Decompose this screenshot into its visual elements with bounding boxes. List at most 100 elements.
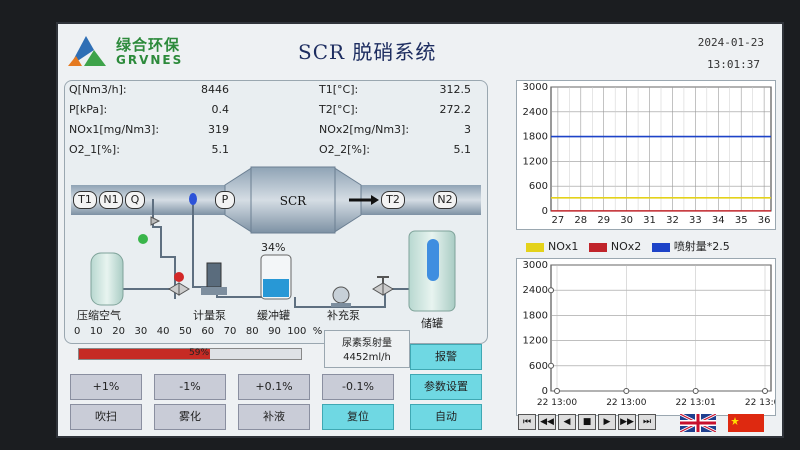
reading-label: Q[Nm3/h]:: [69, 83, 127, 96]
reading-value: 312.5: [439, 83, 472, 96]
x-tick-label: 29: [597, 215, 610, 226]
logo-mark-icon: [68, 36, 106, 66]
label-compressed-air: 压缩空气: [77, 309, 121, 322]
nav-back-button[interactable]: ◀: [558, 414, 576, 430]
nav-last-button[interactable]: ⏭: [638, 414, 656, 430]
reading-label: O2_2[%]:: [319, 143, 370, 156]
plus-01-button[interactable]: +0.1%: [238, 374, 310, 400]
y-tick-label: 2400: [523, 107, 548, 118]
page-title: SCR 脱硝系统: [298, 40, 437, 64]
atomize-button[interactable]: 雾化: [154, 404, 226, 430]
tag-t2: T2: [381, 191, 405, 209]
reading-label: NOx2[mg/Nm3]:: [319, 123, 410, 136]
refill-button[interactable]: 补液: [238, 404, 310, 430]
nav-first-button[interactable]: ⏮: [518, 414, 536, 430]
x-tick-label: 22 13:01: [676, 398, 716, 408]
legend-label: NOx2: [610, 240, 642, 253]
x-tick-label: 22 13:00: [537, 398, 578, 408]
x-tick-label: 28: [574, 215, 587, 226]
nav-stop-button[interactable]: ■: [578, 414, 596, 430]
scale-tick: 60: [201, 326, 215, 337]
params-button[interactable]: 参数设置: [410, 374, 482, 400]
process-panel: Q[Nm3/h]: 8446 P[kPa]: 0.4 NOx1[mg/Nm3]:…: [64, 80, 488, 344]
reading-value: 3: [464, 123, 471, 136]
date-display: 2024-01-23: [697, 36, 764, 49]
trend-chart-realtime: 27 28 29 30 31 32 33 34 35 36 3000 2400 1800 1200 600 0: [516, 80, 776, 230]
y-cursor-marker: [548, 362, 554, 369]
scale-unit: %: [312, 326, 323, 337]
time-marker: [623, 388, 630, 394]
dosing-progress-bar: 59%: [78, 348, 302, 360]
reading-value: 319: [208, 123, 229, 136]
y-tick-label: 1800: [523, 310, 548, 321]
scale-tick: 70: [223, 326, 237, 337]
reading-value: 272.2: [439, 103, 472, 116]
purge-button[interactable]: 吹扫: [70, 404, 142, 430]
percent-scale: 0 10 20 30 40 50 60 70 80 90 100 %: [74, 326, 322, 337]
time-display: 13:01:37: [707, 58, 760, 71]
tag-q: Q: [125, 191, 145, 209]
y-tick-label: 2400: [523, 285, 548, 296]
urea-injection-box: 尿素泵射量 4452ml/h: [324, 330, 410, 368]
reading-label: O2_1[%]:: [69, 143, 120, 156]
y-tick-label: 0: [542, 206, 548, 217]
plus-1-button[interactable]: +1%: [70, 374, 142, 400]
auto-button[interactable]: 自动: [410, 404, 482, 430]
reading-label: P[kPa]:: [69, 103, 108, 116]
header: 绿合环保 GRVNES SCR 脱硝系统 2024-01-23 13:01:37: [58, 24, 782, 76]
scale-tick: 80: [245, 326, 259, 337]
legend-swatch-nox1: [526, 242, 544, 252]
scale-tick: 30: [134, 326, 148, 337]
reading-value: 0.4: [211, 103, 230, 116]
x-tick-label: 31: [643, 215, 656, 226]
x-tick-label: 22 13:00: [606, 398, 647, 408]
english-flag-icon[interactable]: [680, 414, 716, 432]
y-tick-label: 0: [542, 386, 548, 397]
y-cursor-marker: [548, 287, 554, 294]
x-tick-label: 27: [552, 215, 565, 226]
process-diagram: SCR: [71, 166, 481, 312]
minus-01-button[interactable]: -0.1%: [322, 374, 394, 400]
reading-label: T1[°C]:: [319, 83, 359, 96]
reading-value: 8446: [201, 83, 229, 96]
time-marker: [762, 388, 768, 394]
y-tick-label: 600: [529, 181, 548, 192]
dosing-progress-text: 59%: [189, 348, 210, 358]
reading-value: 5.1: [211, 143, 230, 156]
reading-value: 5.1: [453, 143, 472, 156]
minus-1-button[interactable]: -1%: [154, 374, 226, 400]
trend-chart-history: 3000240018001200600022 13:00 22 13:00 22 1…: [516, 258, 776, 416]
x-tick-label: 30: [620, 215, 633, 226]
x-tick-label: 35: [735, 215, 748, 226]
x-tick-label: 36: [758, 215, 771, 226]
x-tick-label: 33: [689, 215, 702, 226]
scale-tick: 0: [74, 326, 81, 337]
y-tick-label: 3000: [523, 260, 548, 271]
urea-value: 4452ml/h: [343, 352, 391, 363]
scale-tick: 10: [89, 326, 103, 337]
chinese-flag-icon[interactable]: [728, 414, 764, 432]
plot-area: [550, 264, 772, 392]
legend-label: NOx1: [548, 240, 579, 253]
x-tick-label: 34: [712, 215, 725, 226]
chart-legend: NOx1 NOx2 喷射量*2.5: [526, 238, 730, 254]
reset-button[interactable]: 复位: [322, 404, 394, 430]
tag-t1: T1: [73, 191, 97, 209]
scale-tick: 50: [179, 326, 192, 337]
logo-text-cn: 绿合环保: [116, 36, 181, 54]
label-buffer-tank: 缓冲罐: [257, 309, 290, 322]
tag-n2: N2: [433, 191, 457, 209]
tag-n1: N1: [99, 191, 123, 209]
time-marker: [554, 388, 560, 394]
scale-tick: 90: [268, 326, 281, 337]
company-logo: 绿合环保 GRVNES: [64, 30, 194, 70]
nav-fast-back-button[interactable]: ◀◀: [538, 414, 556, 430]
x-tick-label: 22 13:01: [745, 398, 776, 408]
reading-label: NOx1[mg/Nm3]:: [69, 123, 160, 136]
buffer-level: 34%: [261, 241, 286, 254]
alarm-button[interactable]: 报警: [410, 344, 482, 370]
nav-forward-button[interactable]: ▶: [598, 414, 616, 430]
time-marker: [692, 388, 699, 394]
logo-text-en: GRVNES: [116, 53, 184, 67]
nav-fast-forward-button[interactable]: ▶▶: [618, 414, 636, 430]
